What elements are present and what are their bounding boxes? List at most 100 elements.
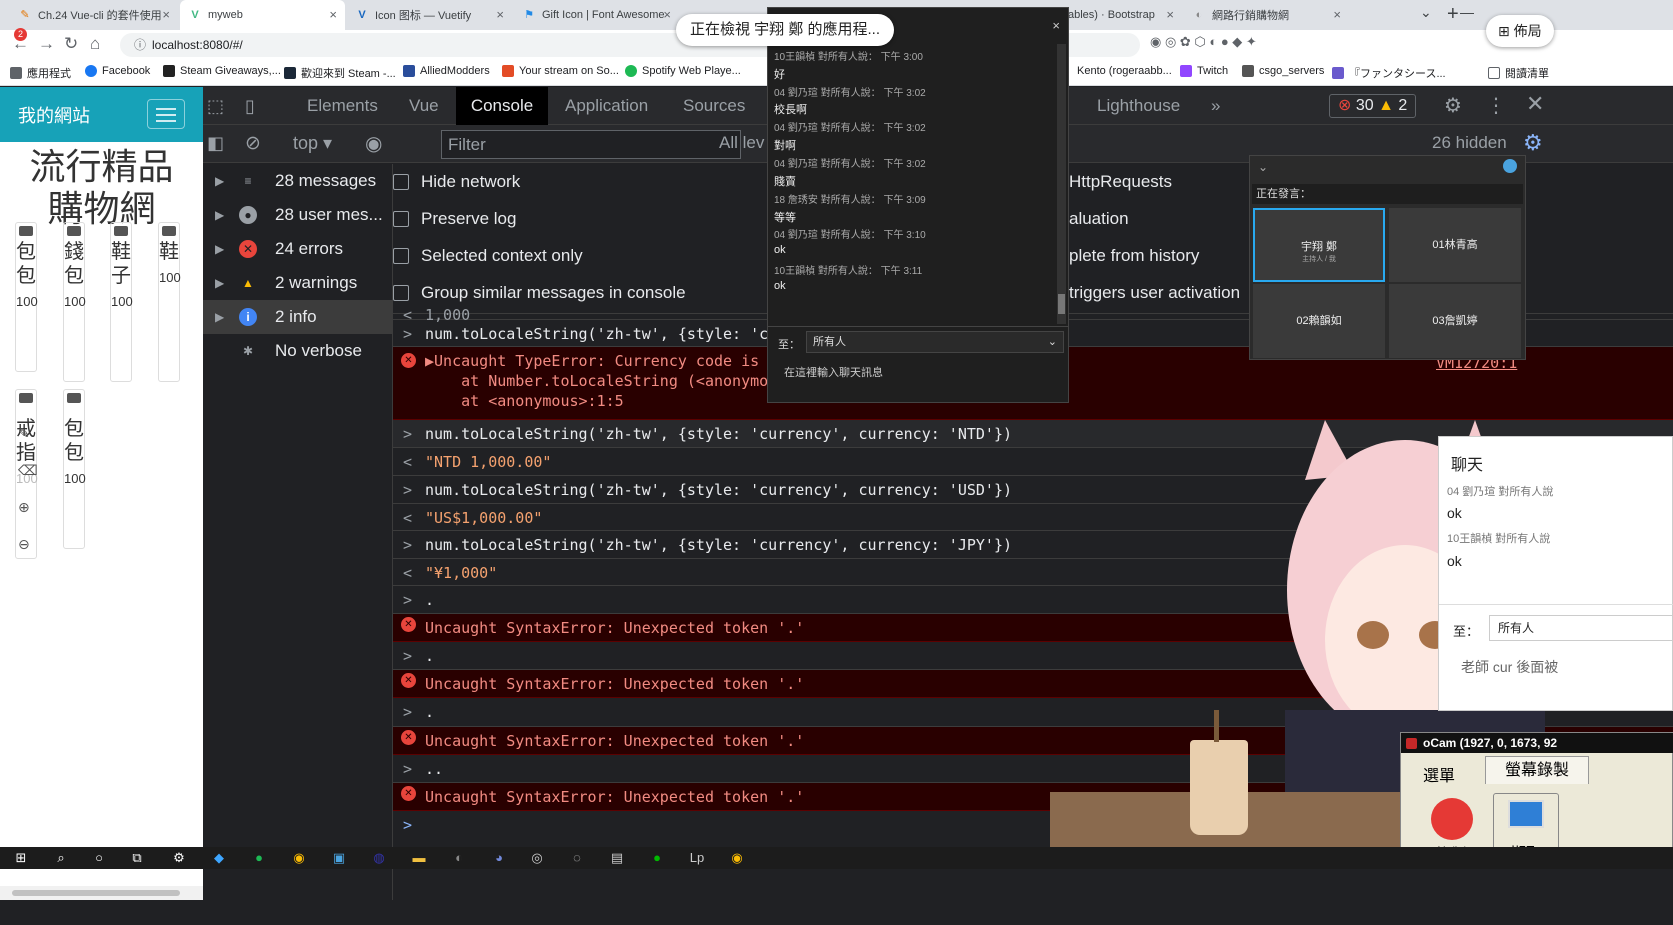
filter-input[interactable]: Filter [441,130,741,159]
bookmark-twitch[interactable]: Twitch [1180,65,1228,77]
windows-start-icon[interactable]: ⊞ [12,849,30,867]
bookmark-stream[interactable]: Your stream on So... [502,65,619,77]
console-settings-gear-icon[interactable]: ⚙ [1523,130,1543,156]
tab-application[interactable]: Application [553,87,660,125]
bookmark-steam[interactable]: 歡迎來到 Steam -... [284,65,396,81]
more-tabs-button[interactable]: » [1199,87,1232,125]
eraser-icon[interactable]: ⌫ [18,452,38,489]
log-levels-dropdown[interactable]: All lev [719,133,764,153]
hamburger-menu-icon[interactable] [147,99,185,129]
tab-close-icon[interactable]: × [1333,7,1341,22]
new-tab-button[interactable]: + [1447,3,1459,26]
tab-vue[interactable]: Vue [397,87,451,125]
inspect-element-icon[interactable]: ⬚ [207,96,224,117]
bookmark-spotify[interactable]: Spotify Web Playe... [625,65,741,77]
autocomplete-history-checkbox[interactable]: plete from history [1069,246,1199,266]
tab-close-icon[interactable]: × [663,7,671,22]
navbar-brand[interactable]: 我的網站 [18,102,90,128]
video-tile[interactable]: 宇翔 鄭主持人 / 我 [1253,208,1385,282]
sidebar-item-info[interactable]: ▶ i 2 info [203,300,393,334]
sidebar-toggle-icon[interactable]: ◧ [207,133,224,154]
live-expression-eye-icon[interactable]: ◉ [365,131,382,156]
user-activation-checkbox[interactable]: triggers user activation [1069,283,1240,303]
pen-icon[interactable]: ✎ [18,415,38,452]
spotify-icon[interactable]: ● [250,849,268,867]
line-icon[interactable]: ● [648,849,666,867]
meeting-app-icon[interactable]: ▣ [330,849,348,867]
chrome-icon[interactable]: ◉ [728,849,746,867]
bookmark-kento[interactable]: Kento (rogeraabb... [1077,65,1172,77]
sidebar-item-warnings[interactable]: ▶ ▲ 2 warnings [203,266,393,300]
tab-elements[interactable]: Elements [295,87,390,125]
close-chat-icon[interactable]: × [1052,18,1060,33]
horizontal-scrollbar[interactable] [0,886,203,900]
log-xhr-checkbox[interactable]: HttpRequests [1069,172,1172,192]
tab-close-icon[interactable]: × [329,7,337,22]
collapse-icon[interactable]: ⌄ [1258,160,1268,174]
app-icon[interactable]: ◌ [568,849,586,867]
ocam-menu[interactable]: 選單 [1423,762,1455,786]
preserve-log-checkbox[interactable]: Preserve log [393,209,516,229]
vscode-icon[interactable]: ◆ [210,849,228,867]
minimize-icon[interactable]: — [1460,4,1474,20]
video-tile[interactable]: 01林青高 [1389,208,1521,282]
bookmark-pso[interactable]: 『ファンタシース... [1332,65,1446,81]
bookmark-csgo[interactable]: csgo_servers [1242,65,1324,77]
bookmark-apps[interactable]: 應用程式 [10,65,71,81]
settings-gear-icon[interactable]: ⚙ [1444,93,1462,118]
app-icon[interactable]: ◍ [370,849,388,867]
tab-close-icon[interactable]: × [496,7,504,22]
home-icon[interactable]: ⌂ [90,34,100,54]
bookmark-facebook[interactable]: Facebook [85,65,150,77]
tab-console[interactable]: Console [456,87,548,125]
browser-tab[interactable]: ◐ 網路行銷購物網 × [1184,0,1349,30]
sidebar-item-verbose[interactable]: ✱ No verbose [203,334,393,368]
tab-lighthouse[interactable]: Lighthouse [1085,87,1192,125]
chrome-icon[interactable]: ◉ [290,849,308,867]
tab-sources[interactable]: Sources [671,87,757,125]
browser-tab[interactable]: V Icon 图标 — Vuetify × [347,0,512,30]
extension-icons[interactable]: ◉ ◎ ✿ ⬡ ◐ ● ◆ ✦ [1150,34,1257,50]
kebab-menu-icon[interactable]: ⋮ [1486,93,1506,118]
cortana-icon[interactable]: ○ [90,849,108,867]
selected-context-checkbox[interactable]: Selected context only [393,246,583,266]
eager-evaluation-checkbox[interactable]: aluation [1069,209,1129,229]
settings-icon[interactable]: ⚙ [170,849,188,867]
browser-tab[interactable]: ⚑ Gift Icon | Font Awesome × [514,0,679,30]
lp-icon[interactable]: Lp [688,849,706,867]
layout-button[interactable]: ⊞ 佈局 [1486,15,1554,47]
browser-tab-active[interactable]: V myweb × [180,0,345,30]
zoom-in-icon[interactable]: ⊕ [18,489,38,526]
sidebar-item-messages[interactable]: ▶ ≡ 28 messages [203,164,393,198]
product-card[interactable]: 鞋 100 [158,222,181,382]
tab-search-icon[interactable]: ⌄ [1420,4,1432,21]
product-card[interactable]: 鞋子 100 [110,222,133,382]
reading-list[interactable]: 閱讀清單 [1488,65,1549,81]
browser-tab[interactable]: ables) · Bootstrap × [1060,0,1182,30]
product-card[interactable]: 包包 100 [63,389,86,549]
tab-close-icon[interactable]: × [1166,7,1174,22]
obs-icon[interactable]: ◐ [450,849,468,867]
clear-console-icon[interactable]: ⊘ [245,132,261,155]
video-tile[interactable]: 03詹凱婷 [1389,284,1521,358]
video-tile[interactable]: 02賴韻如 [1253,284,1385,358]
group-similar-checkbox[interactable]: Group similar messages in console [393,283,686,303]
tab-close-icon[interactable]: × [162,7,170,22]
steam-icon[interactable]: ◎ [528,849,546,867]
chat-scrollbar[interactable] [1057,44,1066,324]
zoom-out-icon[interactable]: ⊖ [18,526,38,563]
discord-icon[interactable]: ◕ [490,849,508,867]
sidebar-item-errors[interactable]: ▶ ✕ 24 errors [203,232,393,266]
bookmark-steam-giveaways[interactable]: Steam Giveaways,... [163,65,281,77]
product-card[interactable]: 包包 100 [15,222,38,372]
chat-recipient-select[interactable]: 所有人 ⌄ [806,331,1064,353]
file-explorer-icon[interactable]: ▬ [410,849,428,867]
context-selector[interactable]: top ▾ [293,133,332,154]
search-icon[interactable]: ⌕ [52,849,70,867]
browser-tab[interactable]: ✎ Ch.24 Vue-cli 的套件使用 × [10,0,178,30]
issues-counter[interactable]: ⊗ 30 ▲ 2 [1329,94,1417,118]
chat-input[interactable]: 在這裡輸入聊天訊息 [784,364,883,380]
app-icon[interactable]: ▤ [608,849,626,867]
product-card[interactable]: 錢包 100 [63,222,86,382]
device-toolbar-icon[interactable]: ▯ [245,96,255,117]
